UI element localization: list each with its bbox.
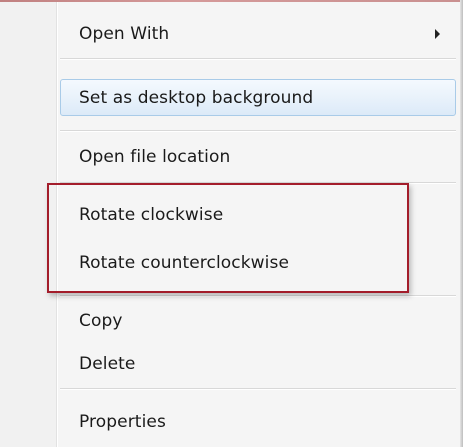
- menu-separator: [60, 130, 456, 132]
- menu-item-label: Open With: [79, 24, 170, 44]
- menu-item-open-file-location[interactable]: Open file location: [0, 135, 460, 179]
- menu-item-label: Set as desktop background: [79, 88, 314, 108]
- menu-item-label: Open file location: [79, 147, 231, 167]
- menu-item-label: Copy: [79, 311, 123, 331]
- menu-separator: [60, 58, 456, 60]
- menu-item-copy[interactable]: Copy: [0, 299, 460, 343]
- menu-separator: [60, 388, 456, 390]
- menu-item-set-desktop-background[interactable]: Set as desktop background: [0, 76, 460, 120]
- chevron-right-icon: [435, 29, 440, 39]
- screenshot-canvas: Open With Set as desktop background Open…: [0, 0, 463, 447]
- menu-item-label: Properties: [79, 412, 166, 432]
- menu-separator: [60, 295, 456, 297]
- menu-item-open-with[interactable]: Open With: [0, 12, 460, 56]
- menu-item-properties[interactable]: Properties: [0, 400, 460, 444]
- menu-item-label: Delete: [79, 354, 136, 374]
- menu-item-delete[interactable]: Delete: [0, 342, 460, 386]
- annotation-highlight-box: [47, 183, 409, 293]
